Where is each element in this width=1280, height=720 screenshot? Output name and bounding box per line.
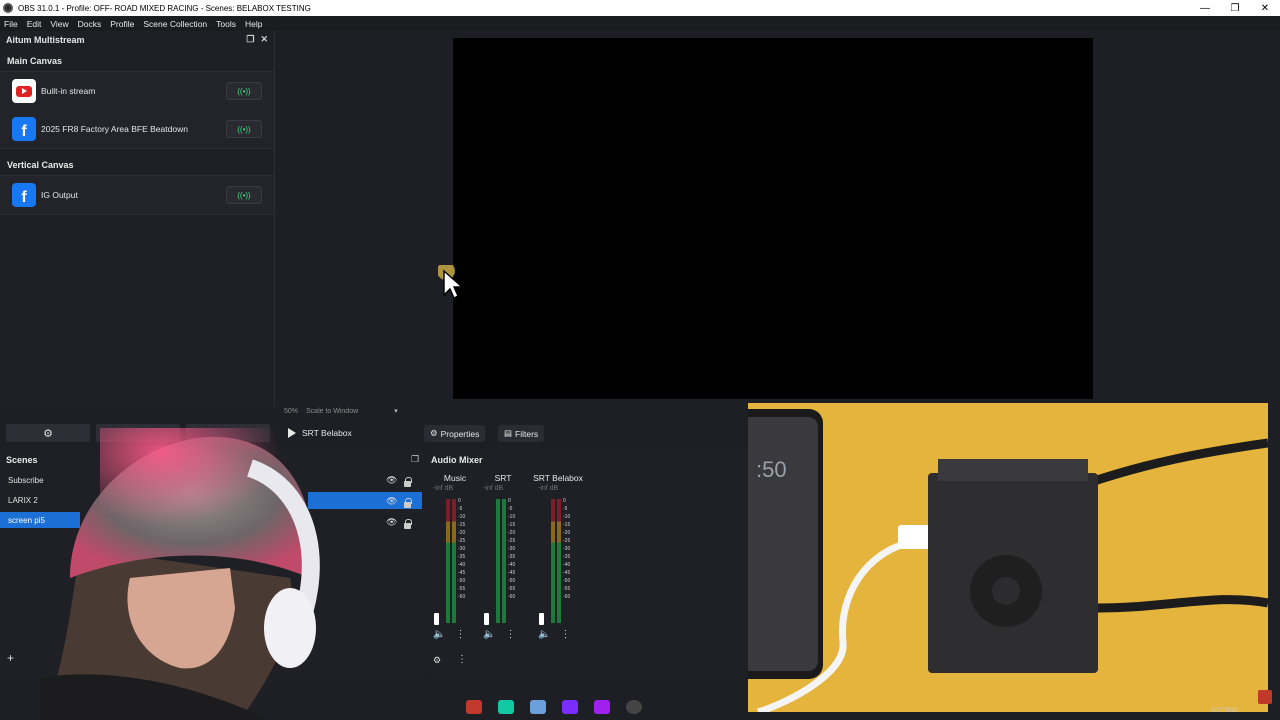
volume-fader[interactable] (539, 613, 544, 625)
phone-screen (748, 417, 818, 671)
main-canvas-heading: Main Canvas (7, 56, 63, 66)
audio-mixer-dock: Audio Mixer Music -inf dB 0 -5 -10 -15 -20 -2… (427, 451, 748, 676)
volume-meter (446, 499, 450, 623)
mixer-channel: SRT Belabox -inf dB 0 -5 -10 -15 -20 -25 -30 -3… (530, 473, 586, 673)
close-button[interactable]: ✕ (1250, 0, 1280, 16)
maximize-button[interactable]: ❐ (1220, 0, 1250, 16)
taskbar-app-icon[interactable] (466, 700, 482, 714)
device-top (938, 459, 1088, 481)
output-row: f 2025 FR8 Factory Area BFE Beatdown ((•… (0, 110, 274, 148)
mouse-cursor (438, 265, 464, 299)
more-options-icon[interactable]: ⋮ (457, 654, 467, 665)
filter-icon: ▤ (504, 428, 513, 438)
menu-bar: File Edit View Docks Profile Scene Colle… (0, 16, 1280, 31)
close-dock-icon[interactable]: ✕ (260, 34, 268, 45)
main-canvas-outputs: Built-in stream ((•)) f 2025 FR8 Factory… (0, 71, 274, 149)
preview-zoom-bar: 50% Scale to Window ▾ (276, 404, 398, 418)
menu-profile[interactable]: Profile (110, 19, 134, 29)
menu-tools[interactable]: Tools (216, 19, 236, 29)
taskbar-app-icon[interactable] (562, 700, 578, 714)
taskbar-date: 5/27/2025 (1211, 708, 1238, 714)
stream-toggle-button[interactable]: ((•)) (226, 120, 262, 138)
taskbar-app-icon[interactable] (530, 700, 546, 714)
taskbar-app-icon[interactable] (594, 700, 610, 714)
menu-file[interactable]: File (4, 19, 18, 29)
more-options-icon[interactable]: ⋮ (455, 629, 465, 640)
video-overlay: :50 (748, 403, 1268, 712)
float-dock-icon[interactable]: ❐ (246, 34, 254, 45)
volume-meter (496, 499, 500, 623)
facebook-icon: f (12, 117, 36, 141)
output-row: f IG Output ((•)) (0, 176, 274, 214)
volume-meter (502, 499, 506, 623)
menu-docks[interactable]: Docks (78, 19, 102, 29)
window-title: OBS 31.0.1 - Profile: OFF- ROAD MIXED RA… (18, 3, 311, 13)
meter-scale: 0 -5 -10 -15 -20 -25 -30 -35 -40 -45 -50 -55 -60 (508, 498, 516, 600)
mixer-channel: SRT -inf dB 0 -5 -10 -15 -20 -25 -30 -35 -40 -45-… (475, 473, 531, 673)
volume-meter (557, 499, 561, 623)
program-preview[interactable] (453, 38, 1093, 399)
youtube-icon (12, 79, 36, 103)
notification-icon[interactable] (1258, 690, 1272, 704)
channel-db: -inf dB (538, 485, 559, 492)
scale-mode-select[interactable]: Scale to Window (306, 408, 358, 415)
channel-db: -inf dB (483, 485, 504, 492)
scenes-title: Scenes (6, 455, 38, 465)
more-options-icon[interactable]: ⋮ (505, 629, 515, 640)
meter-scale: 0 -5 -10 -15 -20 -25 -30 -35 -40 -45 -50 -55 -60 (458, 498, 466, 600)
output-label: Built-in stream (41, 86, 96, 96)
usb-connector (898, 525, 932, 549)
properties-label: Properties (440, 428, 480, 439)
volume-meter (452, 499, 456, 623)
filters-button[interactable]: ▤ Filters (498, 425, 545, 442)
multistream-dock-title: Aitum Multistream ❐ ✕ (0, 31, 274, 49)
menu-scene-collection[interactable]: Scene Collection (143, 19, 207, 29)
speaker-icon[interactable]: 🔈 (483, 629, 495, 640)
facebook-icon: f (12, 183, 36, 207)
chevron-down-icon[interactable]: ▾ (394, 407, 398, 415)
multistream-title: Aitum Multistream (6, 35, 85, 45)
taskbar-app-icon[interactable] (498, 700, 514, 714)
title-bar: OBS 31.0.1 - Profile: OFF- ROAD MIXED RA… (0, 0, 1280, 16)
menu-edit[interactable]: Edit (27, 19, 42, 29)
filters-label: Filters (515, 428, 539, 439)
obs-app-icon (3, 3, 13, 13)
headphone-earcup (264, 588, 316, 668)
multistream-dock: Aitum Multistream ❐ ✕ Main Canvas Built-… (0, 31, 275, 406)
webcam-overlay (40, 428, 320, 720)
volume-fader[interactable] (484, 613, 489, 625)
output-row: Built-in stream ((•)) (0, 72, 274, 110)
output-label: 2025 FR8 Factory Area BFE Beatdown (41, 124, 188, 134)
vertical-canvas-outputs: f IG Output ((•)) (0, 175, 274, 215)
obs-taskbar-icon[interactable] (626, 700, 642, 714)
stream-toggle-button[interactable]: ((•)) (226, 82, 262, 100)
output-label: IG Output (41, 190, 78, 200)
channel-name: SRT (494, 473, 512, 483)
vertical-canvas-heading: Vertical Canvas (7, 160, 74, 170)
volume-meter (551, 499, 555, 623)
channel-name: SRT Belabox (533, 473, 583, 483)
meter-scale: 0 -5 -10 -15 -20 -25 -30 -35 -40 -45 -50 -55 -60 (563, 498, 571, 600)
phone-clock: :50 (756, 457, 787, 482)
more-options-icon[interactable]: ⋮ (560, 629, 570, 640)
menu-help[interactable]: Help (245, 19, 262, 29)
zoom-level: 50% (284, 407, 299, 415)
stream-toggle-button[interactable]: ((•)) (226, 186, 262, 204)
speaker-icon[interactable]: 🔈 (538, 629, 550, 640)
add-scene-button[interactable]: + (7, 651, 14, 665)
menu-view[interactable]: View (50, 19, 68, 29)
minimize-button[interactable]: — (1190, 0, 1220, 16)
